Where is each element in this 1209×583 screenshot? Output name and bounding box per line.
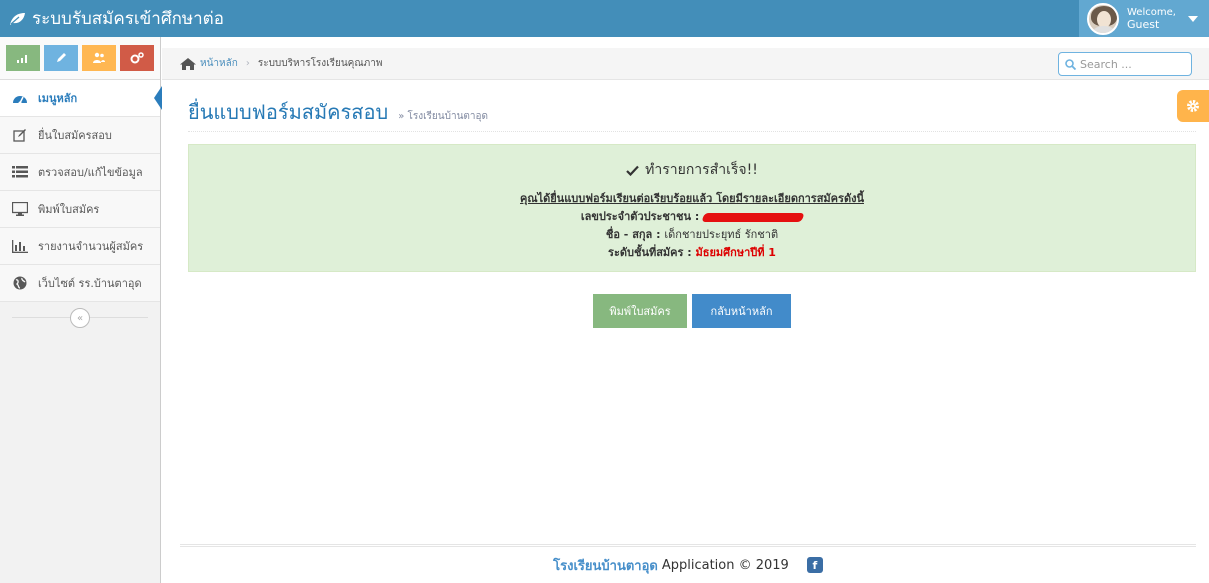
sidebar-item-label: รายงานจำนวนผู้สมัคร xyxy=(38,240,144,253)
page-title: ยื่นแบบฟอร์มสมัครสอบ xyxy=(188,100,389,124)
sidebar-menu: เมนูหลัก ยื่นใบสมัครสอบ ตรวจสอบ/แก้ไขข้อ… xyxy=(0,80,162,302)
redacted-id xyxy=(701,212,805,222)
top-navbar: ระบบรับสมัครเข้าศึกษาต่อ Welcome, Guest xyxy=(0,0,1209,37)
users-icon xyxy=(93,52,105,63)
alert-title: ทำรายการสำเร็จ!! xyxy=(189,159,1195,181)
users-shortcut-button[interactable] xyxy=(82,45,116,71)
caret-down-icon xyxy=(1187,15,1198,22)
breadcrumb: หน้าหลัก › ระบบบริหารโรงเรียนคุณภาพ xyxy=(162,48,1209,80)
footer: โรงเรียนบ้านตาอุด Application © 2019 f xyxy=(180,544,1196,583)
page-subtitle: » โรงเรียนบ้านตาอุด xyxy=(398,111,489,122)
alert-level-row: ระดับชั้นที่สมัคร : มัธยมศึกษาปีที่ 1 xyxy=(608,246,776,259)
home-icon xyxy=(180,57,196,70)
sidebar-item-label: ยื่นใบสมัครสอบ xyxy=(38,129,112,142)
avatar xyxy=(1087,2,1119,35)
tachometer-icon xyxy=(12,91,28,105)
sidebar-item-label: เมนูหลัก xyxy=(38,92,78,105)
sidebar-shortcuts xyxy=(0,37,160,80)
back-home-button[interactable]: กลับหน้าหลัก xyxy=(692,294,791,328)
check-icon xyxy=(626,165,639,176)
globe-icon xyxy=(12,276,28,290)
sidebar-item-label: เว็บไซต์ รร.บ้านตาอุด xyxy=(38,277,142,290)
welcome-text: Welcome, Guest xyxy=(1127,6,1176,31)
pencil-shortcut-button[interactable] xyxy=(44,45,78,71)
sidebar-item-website[interactable]: เว็บไซต์ รร.บ้านตาอุด xyxy=(0,265,160,302)
footer-school: โรงเรียนบ้านตาอุด xyxy=(553,558,658,574)
brand-text: ระบบรับสมัครเข้าศึกษาต่อ xyxy=(32,9,224,29)
sidebar: เมนูหลัก ยื่นใบสมัครสอบ ตรวจสอบ/แก้ไขข้อ… xyxy=(0,37,162,583)
sidebar-item-check-edit[interactable]: ตรวจสอบ/แก้ไขข้อมูล xyxy=(0,154,160,191)
breadcrumb-home-link[interactable]: หน้าหลัก xyxy=(200,56,238,71)
double-chevron-left-icon[interactable]: « xyxy=(70,308,90,328)
search-icon xyxy=(1065,58,1076,70)
page-header: ยื่นแบบฟอร์มสมัครสอบ » โรงเรียนบ้านตาอุด xyxy=(188,96,1196,132)
sidebar-item-apply[interactable]: ยื่นใบสมัครสอบ xyxy=(0,117,160,154)
pencil-icon xyxy=(57,53,66,62)
sidebar-item-label: ตรวจสอบ/แก้ไขข้อมูล xyxy=(38,166,143,179)
success-alert: ทำรายการสำเร็จ!! คุณได้ยื่นแบบฟอร์มเรียน… xyxy=(188,144,1196,272)
alert-message: คุณได้ยื่นแบบฟอร์มเรียนต่อเรียบร้อยแล้ว … xyxy=(520,192,864,205)
cogs-icon xyxy=(130,52,144,64)
alert-id-row: เลขประจำตัวประชาชน : xyxy=(189,209,1195,224)
sidebar-item-print[interactable]: พิมพ์ใบสมัคร xyxy=(0,191,160,228)
signal-shortcut-button[interactable] xyxy=(6,45,40,71)
leaf-icon xyxy=(10,12,25,25)
brand[interactable]: ระบบรับสมัครเข้าศึกษาต่อ xyxy=(0,5,224,32)
facebook-icon[interactable]: f xyxy=(806,557,823,573)
sidebar-item-main-menu[interactable]: เมนูหลัก xyxy=(0,80,162,117)
sidebar-item-report[interactable]: รายงานจำนวนผู้สมัคร xyxy=(0,228,160,265)
desktop-icon xyxy=(12,202,28,216)
breadcrumb-separator-icon: › xyxy=(245,58,250,69)
footer-text: Application © 2019 xyxy=(661,557,789,573)
print-application-button[interactable]: พิมพ์ใบสมัคร xyxy=(593,294,687,328)
list-icon xyxy=(12,165,28,179)
bar-chart-icon xyxy=(12,239,28,253)
user-menu[interactable]: Welcome, Guest xyxy=(1079,0,1209,37)
sidebar-collapse: « xyxy=(0,302,160,334)
search-box xyxy=(1058,52,1192,76)
sidebar-item-label: พิมพ์ใบสมัคร xyxy=(38,203,100,216)
edit-icon xyxy=(12,128,28,142)
cogs-shortcut-button[interactable] xyxy=(120,45,154,71)
alert-name-row: ชื่อ - สกุล : เด็กชายประยุทธ์ รักชาติ xyxy=(605,228,779,241)
search-input[interactable] xyxy=(1080,57,1184,71)
signal-icon xyxy=(17,55,27,63)
breadcrumb-current: ระบบบริหารโรงเรียนคุณภาพ xyxy=(257,58,383,69)
